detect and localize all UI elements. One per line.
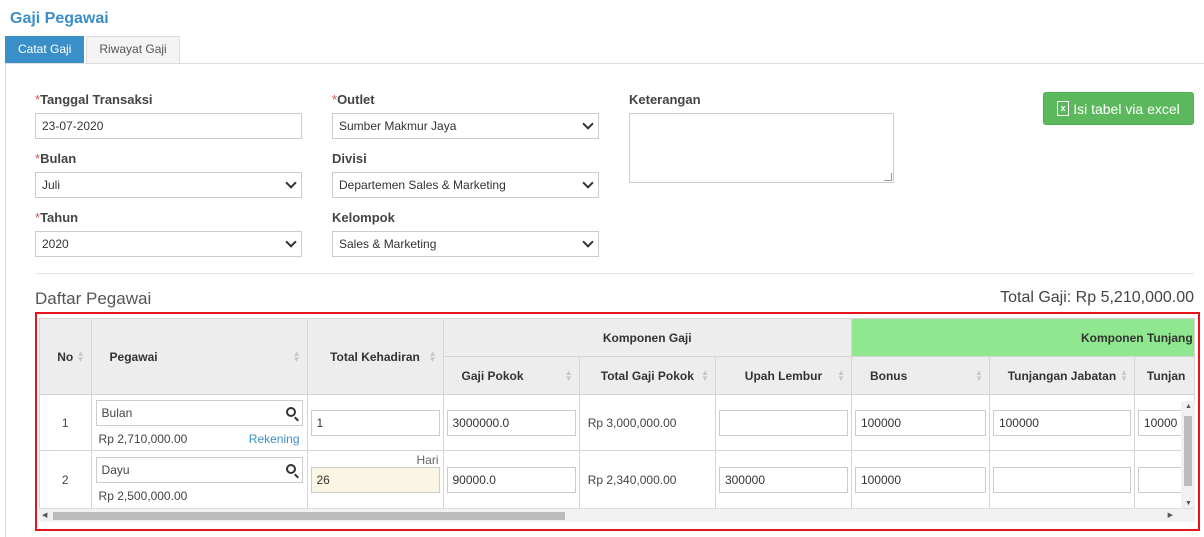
sort-icon: ▲ ▼	[292, 348, 301, 364]
excel-file-icon: x	[1057, 101, 1070, 116]
sort-icon: ▲ ▼	[564, 367, 573, 383]
outlet-select[interactable]: Sumber Makmur Jaya	[332, 113, 599, 139]
page-title: Gaji Pegawai	[10, 10, 109, 27]
upah-lembur-input[interactable]: 300000	[718, 466, 848, 493]
outlet-label: *Outlet	[332, 92, 375, 107]
excel-import-label: Isi tabel via excel	[1073, 100, 1180, 117]
kelompok-select[interactable]: Sales & Marketing	[332, 231, 599, 257]
section-title: Daftar Pegawai	[35, 289, 152, 308]
header-no[interactable]: No ▲ ▼	[39, 318, 92, 395]
scroll-right-icon[interactable]: ▶	[1168, 511, 1173, 519]
kehadiran-cell: Hari 26	[306, 450, 444, 508]
tunjangan-jabatan-cell	[988, 450, 1135, 508]
header-pegawai[interactable]: Pegawai ▲ ▼	[90, 318, 308, 395]
horizontal-scroll-thumb[interactable]	[53, 512, 565, 520]
row-no: 1	[39, 394, 92, 451]
divider	[35, 273, 1194, 274]
chevron-down-icon	[582, 236, 594, 248]
upah-lembur-input[interactable]	[718, 409, 848, 436]
upah-lembur-cell: 300000	[714, 450, 852, 508]
employee-table-wrap: No ▲ ▼ Pegawai ▲ ▼ Total Kehadiran ▲ ▼ Kompone…	[39, 318, 1195, 508]
header-komponen-tunjangan: Komponen Tunjang	[850, 318, 1195, 357]
tab-riwayat-gaji[interactable]: Riwayat Gaji	[86, 36, 180, 63]
pegawai-search-input[interactable]: Dayu	[95, 456, 303, 483]
gaji-pokok-input[interactable]: 90000.0	[446, 466, 576, 493]
chevron-down-icon	[582, 118, 594, 130]
header-komponen-gaji: Komponen Gaji	[442, 318, 852, 357]
total-gaji-pokok-value: Rp 3,000,000.00	[578, 394, 716, 451]
header-upah-lembur[interactable]: Upah Lembur ▲ ▼	[714, 356, 852, 395]
kehadiran-input[interactable]: 1	[310, 409, 440, 436]
chevron-down-icon	[582, 177, 594, 189]
gaji-pokok-cell: 3000000.0	[442, 394, 580, 451]
rekening-link[interactable]: Rekening	[249, 432, 300, 446]
keterangan-textarea[interactable]	[629, 113, 894, 183]
tunjangan-jabatan-input[interactable]: 100000	[992, 409, 1131, 436]
divisi-label: Divisi	[332, 151, 367, 166]
tunjangan-jabatan-input[interactable]	[992, 466, 1131, 493]
header-kehadiran[interactable]: Total Kehadiran ▲ ▼	[306, 318, 444, 395]
header-gaji-pokok[interactable]: Gaji Pokok ▲ ▼	[442, 356, 580, 395]
resize-handle-icon[interactable]	[884, 173, 892, 181]
kehadiran-cell: 1	[306, 394, 444, 451]
table-row: 1 Bulan Rp 2,710,000.00 Rekening 1 300000…	[39, 394, 1195, 451]
bonus-input[interactable]: 100000	[854, 466, 986, 493]
tahun-label: *Tahun	[35, 210, 79, 225]
sort-icon: ▲ ▼	[428, 348, 437, 364]
bulan-select[interactable]: Juli	[35, 172, 302, 198]
panel-border	[5, 63, 6, 537]
gaji-pokok-cell: 90000.0	[442, 450, 580, 508]
employee-table-frame: No ▲ ▼ Pegawai ▲ ▼ Total Kehadiran ▲ ▼ Kompone…	[35, 312, 1200, 531]
scroll-left-icon[interactable]: ◀	[42, 511, 47, 519]
scroll-up-icon[interactable]: ▲	[1185, 403, 1192, 410]
search-icon[interactable]	[285, 406, 296, 417]
sort-icon: ▲ ▼	[975, 367, 983, 383]
bonus-cell: 100000	[850, 450, 990, 508]
tunjangan-jabatan-cell: 100000	[988, 394, 1135, 451]
total-gaji-pokok-value: Rp 2,340,000.00	[578, 450, 716, 508]
pegawai-cell: Dayu Rp 2,500,000.00	[90, 450, 308, 508]
vertical-scrollbar[interactable]: ▲ ▼	[1181, 401, 1195, 508]
pegawai-salary: Rp 2,710,000.00	[98, 431, 188, 446]
employee-table: No ▲ ▼ Pegawai ▲ ▼ Total Kehadiran ▲ ▼ Kompone…	[39, 318, 1195, 508]
tanggal-input[interactable]: 23-07-2020	[35, 113, 302, 139]
hari-unit: Hari	[416, 453, 439, 467]
tab-divider	[5, 63, 1204, 64]
chevron-down-icon	[285, 177, 297, 189]
divisi-select[interactable]: Departemen Sales & Marketing	[332, 172, 599, 198]
gaji-pokok-input[interactable]: 3000000.0	[446, 409, 576, 436]
bonus-input[interactable]: 100000	[854, 409, 986, 436]
pegawai-salary: Rp 2,500,000.00	[98, 488, 188, 503]
sort-icon: ▲ ▼	[76, 348, 85, 364]
upah-lembur-cell	[714, 394, 852, 451]
sort-icon: ▲ ▼	[701, 367, 709, 383]
search-icon[interactable]	[285, 463, 296, 474]
header-total-gaji-pokok[interactable]: Total Gaji Pokok ▲ ▼	[578, 356, 716, 395]
sort-icon: ▲ ▼	[837, 367, 845, 383]
tanggal-label: *Tanggal Transaksi	[35, 92, 153, 107]
header-tunjangan-jabatan[interactable]: Tunjangan Jabatan ▲ ▼	[988, 356, 1135, 395]
tahun-select[interactable]: 2020	[35, 231, 302, 257]
tab-bar: Catat Gaji Riwayat Gaji	[5, 36, 182, 63]
kelompok-label: Kelompok	[332, 210, 395, 225]
tab-catat-gaji[interactable]: Catat Gaji	[5, 36, 85, 63]
sort-icon: ▲ ▼	[1120, 367, 1128, 383]
total-gaji: Total Gaji: Rp 5,210,000.00	[1000, 289, 1194, 306]
bonus-cell: 100000	[850, 394, 990, 451]
table-row: 2 Dayu Rp 2,500,000.00 Hari 26 90000.0 Rp…	[39, 450, 1195, 508]
header-tunjangan-more[interactable]: Tunjan	[1133, 356, 1195, 395]
row-no: 2	[39, 450, 92, 508]
header-bonus[interactable]: Bonus ▲ ▼	[850, 356, 990, 395]
excel-import-button[interactable]: x Isi tabel via excel	[1043, 92, 1194, 125]
kehadiran-input[interactable]: 26	[310, 466, 440, 493]
bulan-label: *Bulan	[35, 151, 77, 166]
keterangan-label: Keterangan	[629, 92, 701, 107]
chevron-down-icon	[285, 236, 297, 248]
pegawai-cell: Bulan Rp 2,710,000.00 Rekening	[90, 394, 308, 451]
scroll-down-icon[interactable]: ▼	[1185, 500, 1192, 507]
vertical-scroll-thumb[interactable]	[1184, 416, 1192, 486]
pegawai-search-input[interactable]: Bulan	[95, 399, 303, 426]
horizontal-scrollbar[interactable]: ◀ ▶	[39, 508, 1195, 522]
